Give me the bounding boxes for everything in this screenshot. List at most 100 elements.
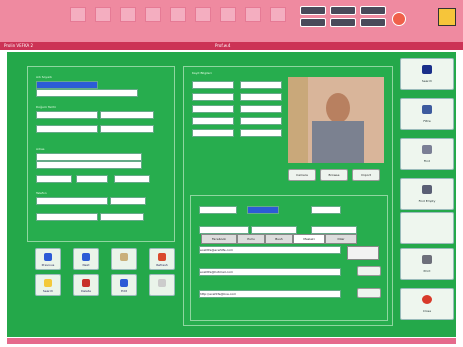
button-label: Edit: [121, 289, 127, 293]
window-title: Prof.w.4: [215, 43, 231, 48]
toolbar-icon-2[interactable]: [95, 7, 111, 22]
web-go-button[interactable]: [357, 288, 381, 298]
search-side-button[interactable]: Search: [400, 58, 454, 90]
toolbar-icon-7[interactable]: [220, 7, 236, 22]
close-side-button[interactable]: Close: [400, 288, 454, 320]
import-button[interactable]: Import: [352, 169, 380, 181]
contact-form: ecehtfe@ecehtfe.com ecehtfe@hotmail.com …: [190, 195, 388, 321]
contact-field-6[interactable]: [311, 226, 357, 234]
toolbar-icon-3[interactable]: [120, 7, 136, 22]
search-button[interactable]: Search: [35, 274, 61, 296]
pill-button-1[interactable]: [300, 6, 326, 15]
postcode-field[interactable]: [114, 175, 150, 183]
button-label: Find: [423, 159, 431, 163]
id-field-2[interactable]: [100, 125, 154, 133]
button-label: Previous: [41, 263, 55, 267]
name-field-2[interactable]: [36, 89, 138, 97]
contact-field-5[interactable]: [251, 226, 297, 234]
camera-button[interactable]: Camera: [288, 169, 316, 181]
date-field-2[interactable]: [240, 81, 282, 89]
email-type-box[interactable]: [347, 246, 379, 260]
tab-mesleki[interactable]: Mesleki: [293, 234, 325, 244]
find-side-button[interactable]: Find: [400, 138, 454, 170]
info-bar: Prolin VEFKA 2 Prof.w.4: [0, 42, 463, 50]
select-field-2[interactable]: [240, 93, 282, 101]
district-field[interactable]: [76, 175, 108, 183]
print-side-button[interactable]: Print: [400, 248, 454, 280]
blank-button-1[interactable]: [111, 248, 137, 270]
details-panel: Kayıt Bilgileri Camera Browse Import ece…: [183, 66, 393, 326]
tab-bush[interactable]: Bush: [265, 234, 293, 244]
select-field-8[interactable]: [240, 129, 282, 137]
contact-field-2[interactable]: [247, 206, 279, 214]
button-label: Refresh: [156, 263, 168, 267]
email-field-1[interactable]: ecehtfe@ecehtfe.com: [199, 246, 341, 254]
city-field[interactable]: [36, 175, 72, 183]
browse-button[interactable]: Browse: [320, 169, 348, 181]
toolbar-icon-1[interactable]: [70, 7, 86, 22]
label: Kayıt Bilgileri: [192, 71, 212, 75]
arrow-left-icon: [44, 253, 52, 261]
select-field-5[interactable]: [192, 117, 234, 125]
arrow-right-icon: [82, 253, 90, 261]
info-icon[interactable]: [392, 12, 406, 26]
contact-field-4[interactable]: [199, 226, 249, 234]
find-empty-icon: [422, 185, 432, 194]
mobile-field[interactable]: [36, 213, 98, 221]
toolbar-icon-4[interactable]: [145, 7, 161, 22]
toolbar-icon-8[interactable]: [245, 7, 261, 22]
web-field[interactable]: http://ecehtfe@live.com: [199, 290, 341, 298]
tab-pullu[interactable]: Pullu: [237, 234, 265, 244]
button-label: Search: [42, 289, 54, 293]
birth-place-field[interactable]: [100, 111, 154, 119]
phone-field[interactable]: [36, 197, 108, 205]
filter-side-button[interactable]: Filtre: [400, 98, 454, 130]
previous-button[interactable]: Previous: [35, 248, 61, 270]
select-field-6[interactable]: [240, 117, 282, 125]
button-label: Next: [82, 263, 90, 267]
phone-field-2[interactable]: [110, 197, 146, 205]
next-button[interactable]: Next: [73, 248, 99, 270]
email-send-button[interactable]: [357, 266, 381, 276]
blank-button-2[interactable]: [149, 274, 175, 296]
pill-button-3[interactable]: [360, 6, 386, 15]
button-label: Search: [421, 79, 433, 83]
pen-icon: [120, 253, 128, 261]
toolbar-icon-5[interactable]: [170, 7, 186, 22]
refresh-button[interactable]: Refresh: [149, 248, 175, 270]
pill-button-6[interactable]: [360, 18, 386, 27]
pill-button-4[interactable]: [300, 18, 326, 27]
select-field-3[interactable]: [192, 105, 234, 113]
contact-field-3[interactable]: [311, 206, 341, 214]
select-field-7[interactable]: [192, 129, 234, 137]
toolbar-icon-6[interactable]: [195, 7, 211, 22]
pill-button-5[interactable]: [330, 18, 356, 27]
tab-facebook[interactable]: Facebook: [201, 234, 237, 244]
title-bar: [0, 0, 463, 42]
delete-button[interactable]: Delete: [73, 274, 99, 296]
select-field-1[interactable]: [192, 93, 234, 101]
pill-button-2[interactable]: [330, 6, 356, 15]
id-field[interactable]: [36, 125, 98, 133]
birth-date-field[interactable]: [36, 111, 98, 119]
select-field-4[interactable]: [240, 105, 282, 113]
tab-diler[interactable]: Diler: [325, 234, 357, 244]
address-field[interactable]: [36, 153, 142, 161]
date-field-1[interactable]: [192, 81, 234, 89]
personal-panel: Adı Soyadı Doğum Tarihi Adres Telefon: [27, 66, 175, 242]
close-icon: [422, 295, 432, 304]
blank-side-button[interactable]: [400, 212, 454, 244]
toolbar-icon-9[interactable]: [270, 7, 286, 22]
mobile-field-2[interactable]: [100, 213, 144, 221]
address-field-2[interactable]: [36, 161, 142, 169]
edit-button[interactable]: Edit: [111, 274, 137, 296]
button-label: Filtre: [423, 119, 431, 123]
email-field-2[interactable]: ecehtfe@hotmail.com: [199, 268, 341, 276]
app-logo-icon: [438, 8, 456, 26]
name-field[interactable]: [36, 81, 98, 89]
contact-field-1[interactable]: [199, 206, 237, 214]
label: Doğum Tarihi: [36, 105, 56, 109]
delete-icon: [82, 279, 90, 287]
find-empty-side-button[interactable]: Find Empty: [400, 178, 454, 210]
photo-face: [326, 93, 350, 123]
